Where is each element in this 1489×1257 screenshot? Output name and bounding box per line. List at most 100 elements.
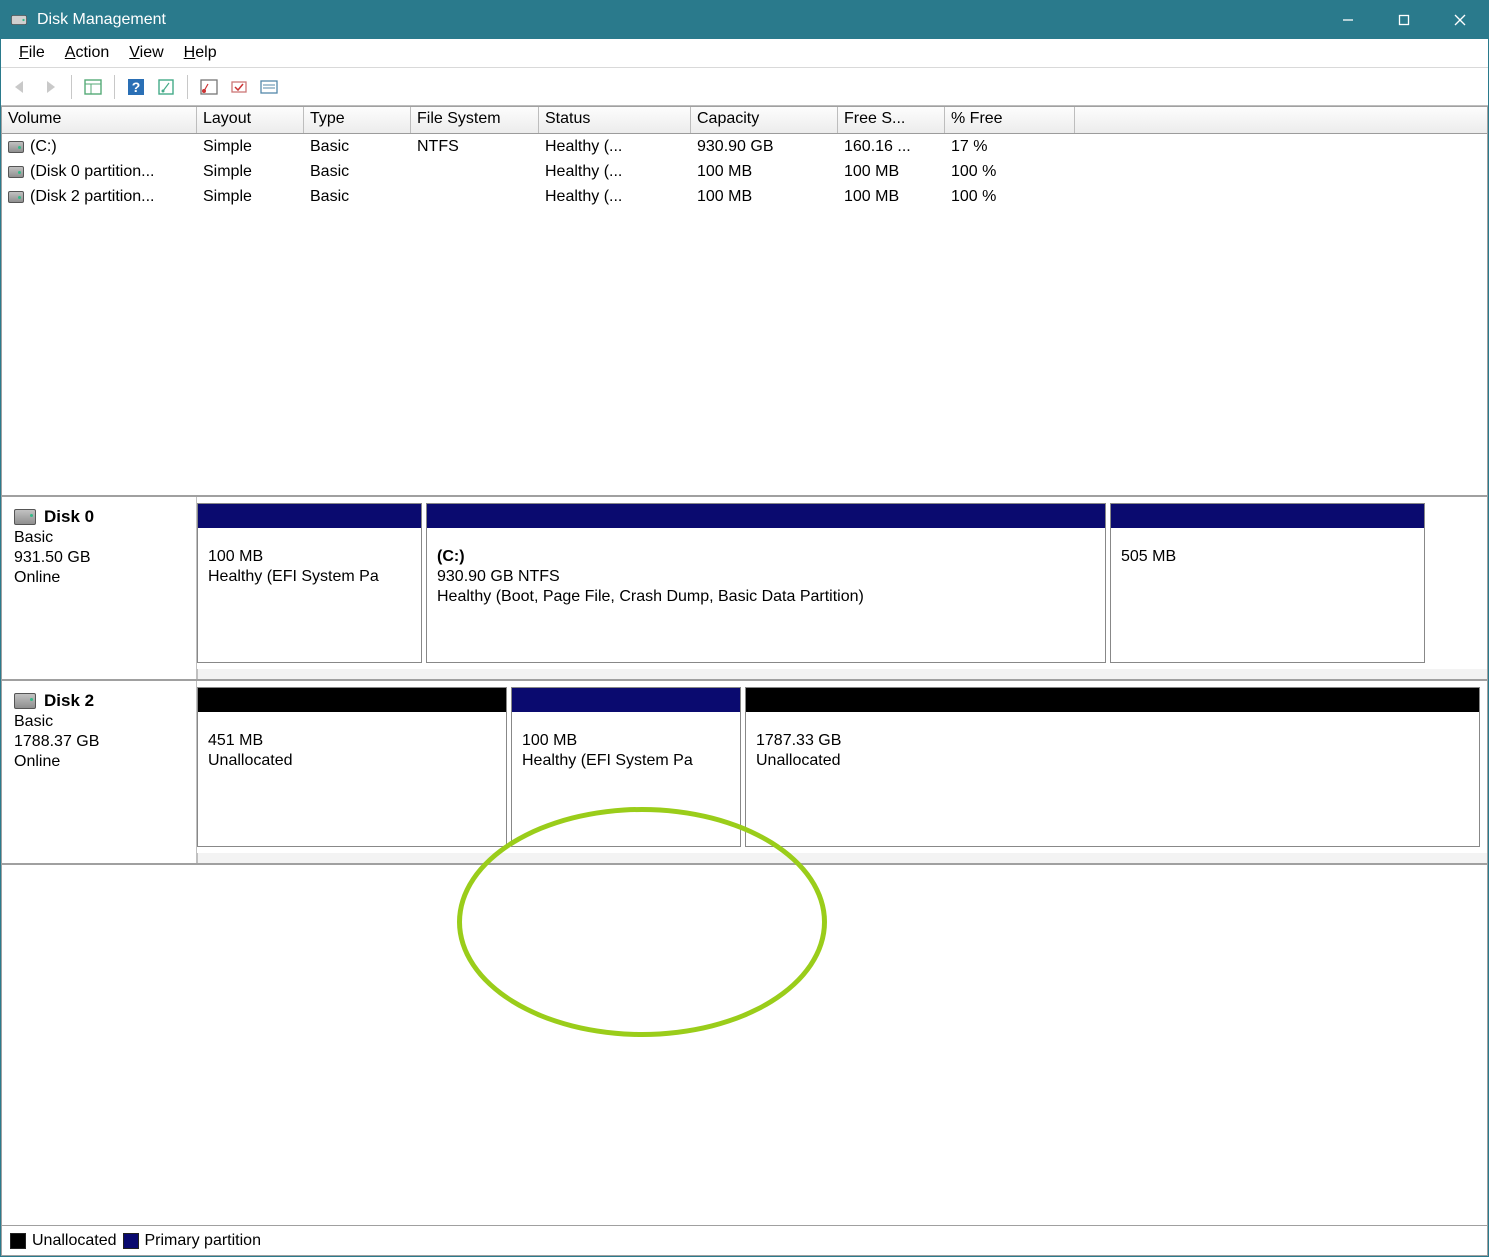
volume-status: Healthy (... xyxy=(539,162,691,182)
titlebar: Disk Management xyxy=(1,1,1488,39)
drive-icon xyxy=(8,166,24,178)
volume-pct-free: 100 % xyxy=(945,162,1075,182)
disk-size: 1788.37 GB xyxy=(14,733,184,751)
volume-free: 160.16 ... xyxy=(838,137,945,157)
partition[interactable]: 1787.33 GB Unallocated xyxy=(745,687,1480,847)
help-button[interactable]: ? xyxy=(123,74,149,100)
drive-icon xyxy=(8,141,24,153)
disk-type: Basic xyxy=(14,713,184,731)
column-free-space[interactable]: Free S... xyxy=(838,107,945,133)
volume-fs xyxy=(411,196,539,198)
volume-capacity: 100 MB xyxy=(691,187,838,207)
partition[interactable]: (C:) 930.90 GB NTFS Healthy (Boot, Page … xyxy=(426,503,1106,663)
scroll-track xyxy=(197,853,1487,863)
blank-area xyxy=(2,865,1487,1225)
volume-row[interactable]: (Disk 2 partition... Simple Basic Health… xyxy=(2,184,1487,209)
volume-name: (Disk 0 partition... xyxy=(30,163,154,181)
volume-fs xyxy=(411,171,539,173)
volume-pct-free: 100 % xyxy=(945,187,1075,207)
disk-row: Disk 0 Basic 931.50 GB Online 100 MB Hea… xyxy=(2,497,1487,681)
volume-row[interactable]: (C:) Simple Basic NTFS Healthy (... 930.… xyxy=(2,134,1487,159)
window-title: Disk Management xyxy=(37,11,1320,29)
partition[interactable]: 505 MB xyxy=(1110,503,1425,663)
disk-partitions: 451 MB Unallocated 100 MB Healthy (EFI S… xyxy=(197,681,1487,853)
disk-state: Online xyxy=(14,569,184,587)
legend-label-primary: Primary partition xyxy=(145,1232,261,1250)
legend-label-unallocated: Unallocated xyxy=(32,1232,117,1250)
disk-type: Basic xyxy=(14,529,184,547)
partition-size: 100 MB xyxy=(208,548,411,566)
disk-name: Disk 2 xyxy=(44,691,94,711)
volume-capacity: 100 MB xyxy=(691,162,838,182)
show-hide-tree-button[interactable] xyxy=(80,74,106,100)
list-button[interactable] xyxy=(256,74,282,100)
disk-size: 931.50 GB xyxy=(14,549,184,567)
drive-icon xyxy=(8,191,24,203)
partition-status: Unallocated xyxy=(756,752,1469,770)
partition[interactable]: 100 MB Healthy (EFI System Pa xyxy=(511,687,741,847)
volume-layout: Simple xyxy=(197,137,304,157)
legend-swatch-unallocated xyxy=(10,1233,26,1249)
partition-bar xyxy=(746,688,1479,712)
main-panel: Volume Layout Type File System Status Ca… xyxy=(1,106,1488,1256)
column-percent-free[interactable]: % Free xyxy=(945,107,1075,133)
column-capacity[interactable]: Capacity xyxy=(691,107,838,133)
disk-info[interactable]: Disk 0 Basic 931.50 GB Online xyxy=(2,497,197,679)
column-type[interactable]: Type xyxy=(304,107,411,133)
column-volume[interactable]: Volume xyxy=(2,107,197,133)
partition[interactable]: 100 MB Healthy (EFI System Pa xyxy=(197,503,422,663)
partition-size: 100 MB xyxy=(522,732,730,750)
volume-type: Basic xyxy=(304,137,411,157)
menu-help[interactable]: Help xyxy=(174,41,227,65)
partition-bar xyxy=(512,688,740,712)
minimize-button[interactable] xyxy=(1320,1,1376,39)
action-button[interactable] xyxy=(226,74,252,100)
partition-size: 505 MB xyxy=(1121,548,1414,566)
drive-icon xyxy=(14,509,36,525)
properties-button[interactable] xyxy=(153,74,179,100)
disk-map: Disk 0 Basic 931.50 GB Online 100 MB Hea… xyxy=(2,497,1487,865)
drive-icon xyxy=(14,693,36,709)
partition-bar xyxy=(198,504,421,528)
partition-bar xyxy=(427,504,1105,528)
volume-status: Healthy (... xyxy=(539,187,691,207)
maximize-button[interactable] xyxy=(1376,1,1432,39)
disk-name: Disk 0 xyxy=(44,507,94,527)
close-button[interactable] xyxy=(1432,1,1488,39)
back-button[interactable] xyxy=(7,74,33,100)
volume-type: Basic xyxy=(304,187,411,207)
column-layout[interactable]: Layout xyxy=(197,107,304,133)
volume-layout: Simple xyxy=(197,187,304,207)
volume-capacity: 930.90 GB xyxy=(691,137,838,157)
volume-name: (C:) xyxy=(30,138,57,156)
volume-status: Healthy (... xyxy=(539,137,691,157)
partition[interactable]: 451 MB Unallocated xyxy=(197,687,507,847)
partition-size: 930.90 GB NTFS xyxy=(437,568,1095,586)
volume-list[interactable]: Volume Layout Type File System Status Ca… xyxy=(2,107,1487,497)
menu-view[interactable]: View xyxy=(119,41,173,65)
menu-file[interactable]: File xyxy=(9,41,55,65)
disk-management-icon xyxy=(9,10,29,30)
volume-row[interactable]: (Disk 0 partition... Simple Basic Health… xyxy=(2,159,1487,184)
scroll-track xyxy=(197,669,1487,679)
volume-free: 100 MB xyxy=(838,187,945,207)
legend-swatch-primary xyxy=(123,1233,139,1249)
refresh-button[interactable] xyxy=(196,74,222,100)
menu-action[interactable]: Action xyxy=(55,41,119,65)
disk-state: Online xyxy=(14,753,184,771)
volume-type: Basic xyxy=(304,162,411,182)
partition-bar xyxy=(1111,504,1424,528)
disk-info[interactable]: Disk 2 Basic 1788.37 GB Online xyxy=(2,681,197,863)
volume-name: (Disk 2 partition... xyxy=(30,188,154,206)
partition-status: Healthy (EFI System Pa xyxy=(522,752,730,770)
disk-partitions: 100 MB Healthy (EFI System Pa (C:) 930.9… xyxy=(197,497,1487,669)
partition-bar xyxy=(198,688,506,712)
volume-list-header[interactable]: Volume Layout Type File System Status Ca… xyxy=(2,107,1487,134)
partition-size: 1787.33 GB xyxy=(756,732,1469,750)
partition-status: Healthy (Boot, Page File, Crash Dump, Ba… xyxy=(437,588,1095,606)
column-status[interactable]: Status xyxy=(539,107,691,133)
volume-layout: Simple xyxy=(197,162,304,182)
forward-button[interactable] xyxy=(37,74,63,100)
volume-pct-free: 17 % xyxy=(945,137,1075,157)
column-file-system[interactable]: File System xyxy=(411,107,539,133)
